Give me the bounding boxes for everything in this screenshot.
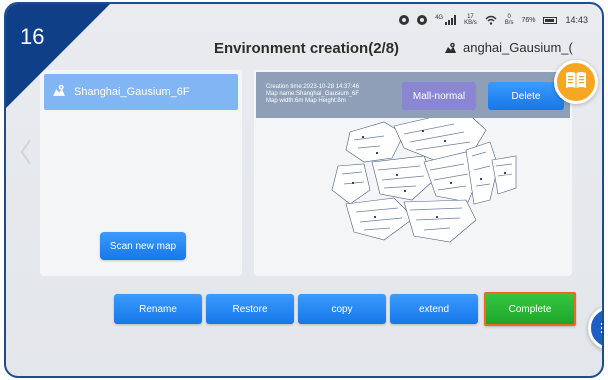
battery-icon — [543, 16, 558, 24]
map-preview-panel: Creation time:2023-10-28 14:37:46 Map na… — [254, 70, 572, 276]
chevron-left-icon[interactable] — [18, 136, 34, 168]
map-creation-time: Creation time:2023-10-28 14:37:46 — [266, 84, 360, 90]
data-rate-2: 0 B/s — [505, 14, 514, 26]
data-rate-1: 17 KB/s — [464, 14, 477, 26]
rename-button[interactable]: Rename — [114, 294, 202, 324]
sync-icon — [399, 15, 410, 25]
map-info-bar: Creation time:2023-10-28 14:37:46 Map na… — [256, 72, 570, 118]
app-frame: 16 4G 17 KB/s 0 B/s 76% 14:43 Environmen… — [4, 2, 604, 378]
map-info-text: Creation time:2023-10-28 14:37:46 Map na… — [266, 84, 359, 105]
current-map-name: anghai_Gausium_( — [463, 40, 573, 55]
map-name-info: Map name:Shanghai_Gausium_6F — [266, 91, 360, 97]
copy-button[interactable]: copy — [298, 294, 386, 324]
location-icon — [417, 15, 428, 25]
help-book-button[interactable] — [554, 60, 598, 104]
complete-button[interactable]: Complete — [484, 292, 576, 326]
extend-button[interactable]: extend — [390, 294, 478, 324]
status-bar: 4G 17 KB/s 0 B/s 76% 14:43 — [399, 13, 588, 27]
page-title: Environment creation(2/8) — [214, 40, 400, 57]
cellular-signal-icon: 4G — [435, 15, 457, 25]
data-rate-1-unit: KB/s — [464, 20, 477, 26]
map-pin-icon — [52, 84, 66, 100]
battery-percent: 76% — [521, 16, 536, 24]
data-rate-2-unit: B/s — [504, 20, 514, 26]
network-label: 4G — [435, 15, 444, 21]
menu-icon — [601, 321, 602, 335]
map-pin-icon — [444, 42, 457, 54]
delete-map-button[interactable]: Delete — [488, 82, 564, 110]
map-mode-button[interactable]: Mall-normal — [402, 82, 476, 110]
map-size-info: Map width:6m Map Height:8m — [266, 98, 346, 104]
restore-button[interactable]: Restore — [206, 294, 294, 324]
map-list-item-label: Shanghai_Gausium_6F — [74, 86, 190, 98]
clock: 14:43 — [565, 15, 588, 25]
floating-menu-button[interactable] — [588, 306, 602, 350]
scan-new-map-button[interactable]: Scan new map — [100, 232, 186, 260]
book-icon — [565, 71, 587, 94]
wifi-icon — [485, 15, 497, 25]
corner-number: 16 — [20, 24, 45, 49]
map-list-panel: Shanghai_Gausium_6F Scan new map — [40, 70, 242, 276]
current-map-indicator[interactable]: anghai_Gausium_( — [444, 40, 573, 55]
map-list-item[interactable]: Shanghai_Gausium_6F — [44, 74, 238, 110]
